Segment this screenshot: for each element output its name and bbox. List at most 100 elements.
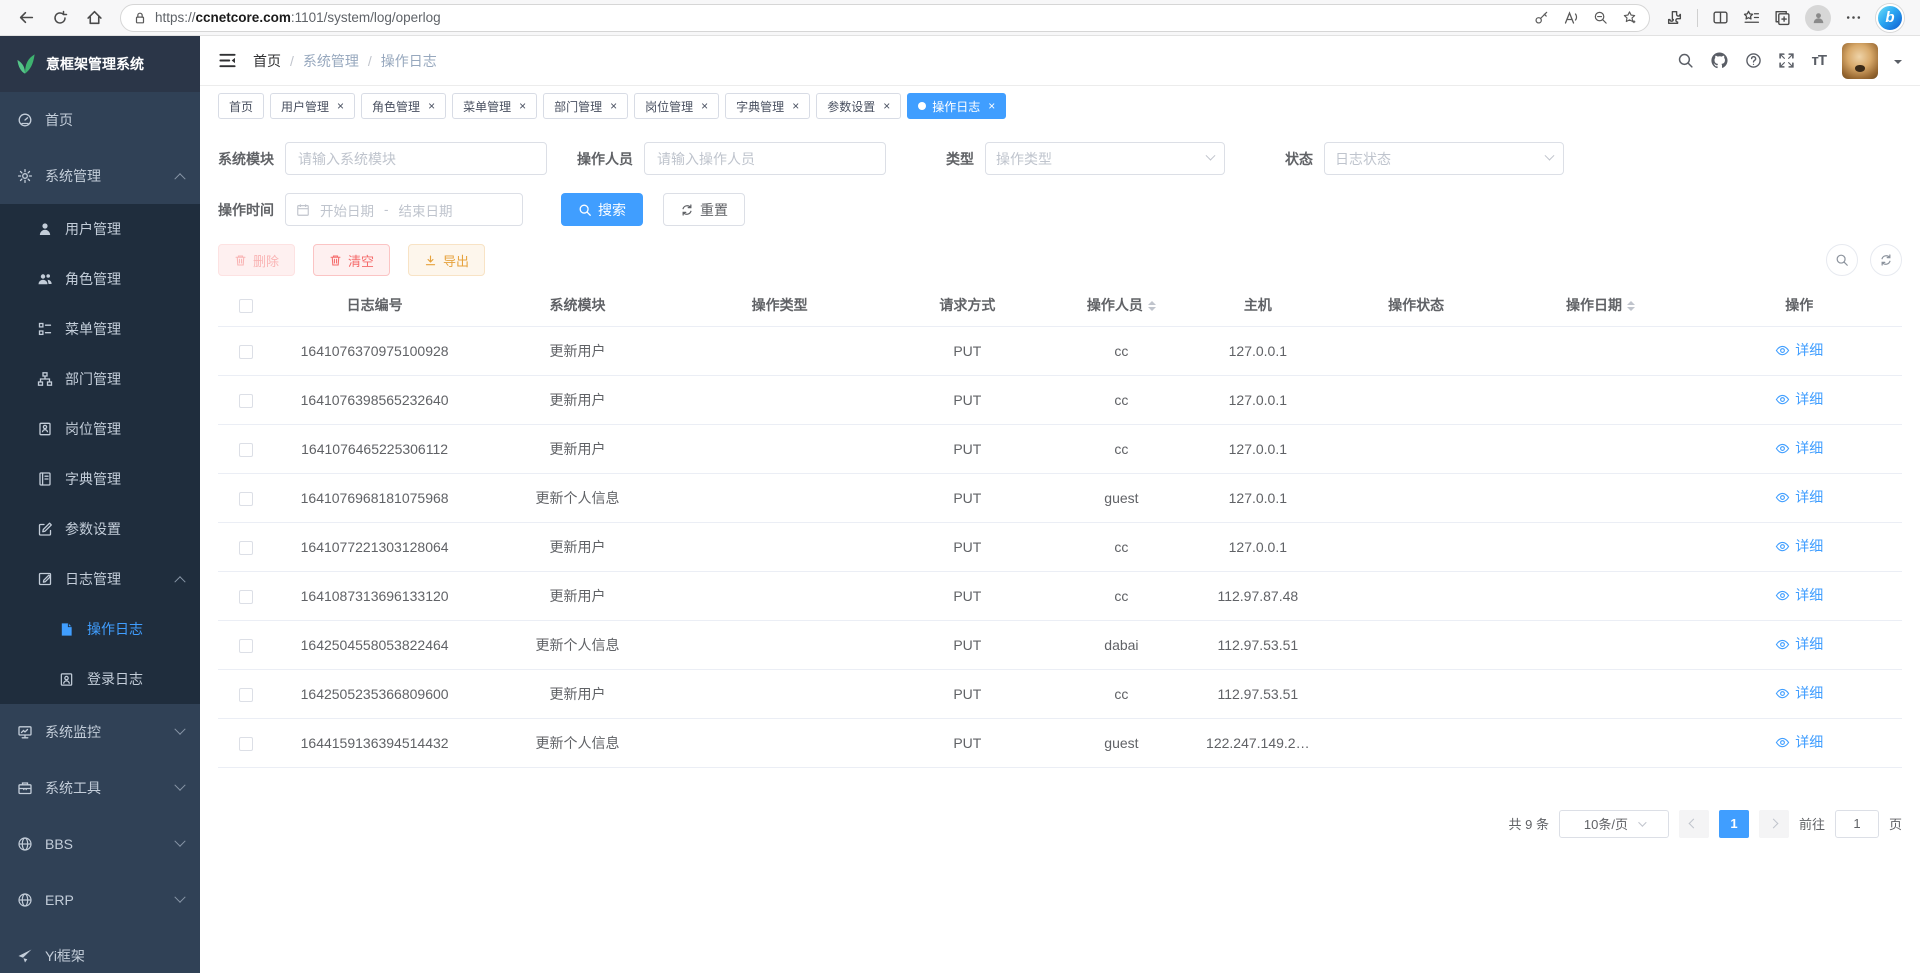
- sidebar-item-yi-framework[interactable]: Yi框架: [0, 928, 200, 973]
- row-checkbox[interactable]: [239, 443, 253, 457]
- password-key-icon[interactable]: [1534, 10, 1549, 25]
- sidebar-item-system-monitor[interactable]: 系统监控: [0, 704, 200, 760]
- sidebar-item-role-mgmt[interactable]: 角色管理: [0, 254, 200, 304]
- sidebar-item-erp[interactable]: ERP: [0, 872, 200, 928]
- select-all-checkbox[interactable]: [239, 299, 253, 313]
- refresh-table-button[interactable]: [1870, 244, 1902, 276]
- favorite-add-icon[interactable]: [1622, 10, 1637, 25]
- sidebar-item-dept-mgmt[interactable]: 部门管理: [0, 354, 200, 404]
- browser-reload-button[interactable]: [46, 4, 74, 32]
- tab-role-mgmt[interactable]: 角色管理×: [361, 93, 446, 119]
- sidebar-item-param-settings[interactable]: 参数设置: [0, 504, 200, 554]
- more-menu-icon[interactable]: [1845, 9, 1862, 26]
- toggle-search-button[interactable]: [1826, 244, 1858, 276]
- bing-copilot-icon[interactable]: b: [1876, 4, 1904, 32]
- sidebar-item-log-mgmt[interactable]: 日志管理: [0, 554, 200, 604]
- col-date[interactable]: 操作日期: [1505, 284, 1697, 326]
- collections-icon[interactable]: [1774, 9, 1791, 26]
- search-icon[interactable]: [1677, 52, 1694, 69]
- fullscreen-icon[interactable]: [1778, 52, 1795, 69]
- zoom-out-icon[interactable]: [1593, 10, 1608, 25]
- close-icon[interactable]: ×: [610, 100, 617, 112]
- tab-menu-mgmt[interactable]: 菜单管理×: [452, 93, 537, 119]
- detail-link[interactable]: 详细: [1775, 487, 1823, 507]
- delete-button[interactable]: 删除: [218, 244, 295, 276]
- sidebar-item-login-log[interactable]: 登录日志: [0, 654, 200, 704]
- address-bar[interactable]: https://ccnetcore.com:1101/system/log/op…: [120, 4, 1650, 32]
- detail-link[interactable]: 详细: [1775, 438, 1823, 458]
- sidebar-item-system-mgmt[interactable]: 系统管理: [0, 148, 200, 204]
- sidebar-item-dict-mgmt[interactable]: 字典管理: [0, 454, 200, 504]
- sidebar-item-oper-log[interactable]: 操作日志: [0, 604, 200, 654]
- close-icon[interactable]: ×: [428, 100, 435, 112]
- date-range-picker[interactable]: 开始日期 - 结束日期: [285, 193, 523, 226]
- detail-link[interactable]: 详细: [1775, 340, 1823, 360]
- page-size-select[interactable]: 10条/页: [1559, 810, 1669, 838]
- reset-button[interactable]: 重置: [663, 193, 745, 226]
- tab-user-mgmt[interactable]: 用户管理×: [270, 93, 355, 119]
- close-icon[interactable]: ×: [988, 100, 995, 112]
- detail-link[interactable]: 详细: [1775, 585, 1823, 605]
- close-icon[interactable]: ×: [883, 100, 890, 112]
- hamburger-collapse-icon: [218, 51, 237, 70]
- github-icon[interactable]: [1710, 51, 1729, 70]
- search-button[interactable]: 搜索: [561, 193, 643, 226]
- font-size-icon[interactable]: тT: [1811, 52, 1826, 69]
- row-checkbox[interactable]: [239, 541, 253, 555]
- row-checkbox[interactable]: [239, 345, 253, 359]
- browser-home-button[interactable]: [80, 4, 108, 32]
- prev-page-button[interactable]: [1679, 810, 1709, 838]
- sidebar-item-home[interactable]: 首页: [0, 92, 200, 148]
- page-number-1[interactable]: 1: [1719, 810, 1749, 838]
- detail-link[interactable]: 详细: [1775, 634, 1823, 654]
- goto-page-input[interactable]: [1835, 810, 1879, 838]
- avatar-dropdown-caret-icon[interactable]: [1894, 60, 1902, 68]
- tab-dict-mgmt[interactable]: 字典管理×: [725, 93, 810, 119]
- row-checkbox[interactable]: [239, 639, 253, 653]
- user-avatar[interactable]: [1842, 43, 1878, 79]
- operator-input[interactable]: [644, 142, 886, 175]
- favorites-bar-icon[interactable]: [1743, 9, 1760, 26]
- close-icon[interactable]: ×: [792, 100, 799, 112]
- tab-param-settings[interactable]: 参数设置×: [816, 93, 901, 119]
- detail-link[interactable]: 详细: [1775, 683, 1823, 703]
- sort-icon[interactable]: [1148, 297, 1156, 315]
- detail-link[interactable]: 详细: [1775, 536, 1823, 556]
- clear-button[interactable]: 清空: [313, 244, 390, 276]
- detail-link[interactable]: 详细: [1775, 389, 1823, 409]
- row-checkbox[interactable]: [239, 737, 253, 751]
- tab-dept-mgmt[interactable]: 部门管理×: [543, 93, 628, 119]
- sidebar-item-system-tools[interactable]: 系统工具: [0, 760, 200, 816]
- breadcrumb-home[interactable]: 首页: [253, 51, 281, 71]
- row-checkbox[interactable]: [239, 590, 253, 604]
- sidebar-item-bbs[interactable]: BBS: [0, 816, 200, 872]
- close-icon[interactable]: ×: [337, 100, 344, 112]
- browser-back-button[interactable]: [12, 4, 40, 32]
- sidebar-item-menu-mgmt[interactable]: 菜单管理: [0, 304, 200, 354]
- sidebar-item-post-mgmt[interactable]: 岗位管理: [0, 404, 200, 454]
- tab-post-mgmt[interactable]: 岗位管理×: [634, 93, 719, 119]
- help-icon[interactable]: [1745, 52, 1762, 69]
- row-checkbox[interactable]: [239, 492, 253, 506]
- row-checkbox[interactable]: [239, 394, 253, 408]
- module-input[interactable]: [285, 142, 547, 175]
- detail-link[interactable]: 详细: [1775, 732, 1823, 752]
- tab-home[interactable]: 首页: [218, 93, 264, 119]
- sort-icon[interactable]: [1627, 297, 1635, 315]
- close-icon[interactable]: ×: [519, 100, 526, 112]
- browser-profile-avatar[interactable]: [1805, 5, 1831, 31]
- close-icon[interactable]: ×: [701, 100, 708, 112]
- next-page-button[interactable]: [1759, 810, 1789, 838]
- type-select[interactable]: 操作类型: [985, 142, 1225, 175]
- row-checkbox[interactable]: [239, 688, 253, 702]
- read-aloud-icon[interactable]: [1563, 10, 1579, 26]
- breadcrumb-system[interactable]: 系统管理: [303, 51, 359, 71]
- sidebar-collapse-button[interactable]: [218, 51, 237, 70]
- export-button[interactable]: 导出: [408, 244, 485, 276]
- col-operator[interactable]: 操作人员: [1055, 284, 1188, 326]
- tab-oper-log[interactable]: 操作日志×: [907, 93, 1006, 119]
- status-select[interactable]: 日志状态: [1324, 142, 1564, 175]
- sidebar-item-user-mgmt[interactable]: 用户管理: [0, 204, 200, 254]
- split-screen-icon[interactable]: [1712, 9, 1729, 26]
- extensions-icon[interactable]: [1666, 9, 1683, 26]
